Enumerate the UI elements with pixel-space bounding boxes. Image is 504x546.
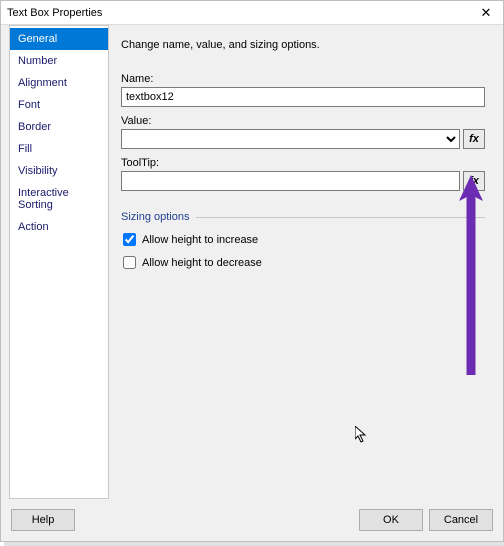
- name-label: Name:: [121, 73, 485, 85]
- sidebar-item-label: Alignment: [18, 77, 67, 89]
- allow-decrease-checkbox[interactable]: [123, 256, 136, 269]
- sidebar-item-action[interactable]: Action: [10, 216, 108, 238]
- titlebar: Text Box Properties ✕: [1, 1, 503, 25]
- fx-icon: fx: [469, 133, 479, 145]
- sidebar-item-interactive-sorting[interactable]: Interactive Sorting: [10, 182, 108, 216]
- cancel-button-label: Cancel: [444, 514, 478, 526]
- sidebar-item-label: Fill: [18, 143, 32, 155]
- sidebar-item-border[interactable]: Border: [10, 116, 108, 138]
- sidebar-item-general[interactable]: General: [10, 28, 108, 50]
- value-combo[interactable]: [121, 129, 460, 149]
- sizing-legend: Sizing options: [121, 211, 190, 223]
- allow-increase-checkbox[interactable]: [123, 233, 136, 246]
- sidebar-item-alignment[interactable]: Alignment: [10, 72, 108, 94]
- sidebar-item-label: Action: [18, 221, 49, 233]
- tooltip-input[interactable]: [121, 171, 460, 191]
- sidebar-item-label: Number: [18, 55, 57, 67]
- help-button[interactable]: Help: [11, 509, 75, 531]
- sidebar-item-label: Interactive Sorting: [18, 187, 69, 211]
- allow-increase-label: Allow height to increase: [142, 234, 258, 246]
- value-expression-button[interactable]: fx: [463, 129, 485, 149]
- value-label: Value:: [121, 115, 485, 127]
- tooltip-label: ToolTip:: [121, 157, 485, 169]
- window-title: Text Box Properties: [7, 7, 475, 19]
- sidebar-item-label: Border: [18, 121, 51, 133]
- sizing-options-group: Sizing options Allow height to increase …: [121, 211, 485, 269]
- panel-description: Change name, value, and sizing options.: [121, 39, 485, 51]
- fx-icon: fx: [469, 175, 479, 187]
- sidebar-item-font[interactable]: Font: [10, 94, 108, 116]
- sidebar-item-number[interactable]: Number: [10, 50, 108, 72]
- ok-button-label: OK: [383, 514, 399, 526]
- category-sidebar: General Number Alignment Font Border Fil…: [9, 25, 109, 499]
- close-icon[interactable]: ✕: [475, 5, 497, 21]
- annotation-arrow-icon: [457, 175, 485, 375]
- sidebar-item-label: Font: [18, 99, 40, 111]
- dialog-footer: Help OK Cancel: [1, 499, 503, 541]
- name-input[interactable]: [121, 87, 485, 107]
- cancel-button[interactable]: Cancel: [429, 509, 493, 531]
- sidebar-item-label: Visibility: [18, 165, 58, 177]
- dialog-window: Text Box Properties ✕ General Number Ali…: [0, 0, 504, 542]
- sidebar-item-label: General: [18, 33, 57, 45]
- help-button-label: Help: [32, 514, 55, 526]
- allow-decrease-label: Allow height to decrease: [142, 257, 262, 269]
- divider: [196, 217, 486, 218]
- ok-button[interactable]: OK: [359, 509, 423, 531]
- tooltip-expression-button[interactable]: fx: [463, 171, 485, 191]
- sidebar-item-fill[interactable]: Fill: [10, 138, 108, 160]
- main-panel: Change name, value, and sizing options. …: [109, 25, 495, 499]
- cursor-icon: [355, 426, 369, 444]
- sidebar-item-visibility[interactable]: Visibility: [10, 160, 108, 182]
